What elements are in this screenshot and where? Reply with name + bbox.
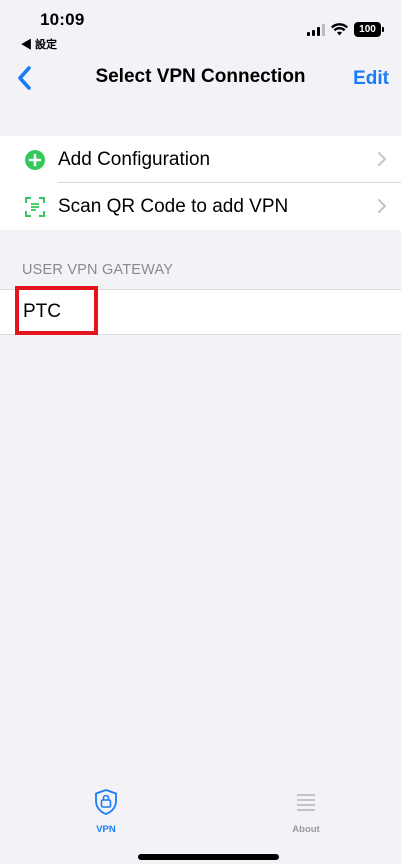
screen: 10:09 ◀ 設定 100 Select VPN Connection Edi…	[0, 0, 401, 864]
tab-vpn-label: VPN	[96, 824, 116, 835]
tab-about[interactable]: About	[276, 788, 336, 835]
status-indicators: 100	[307, 22, 384, 37]
shield-lock-icon	[76, 788, 136, 821]
signal-icon	[307, 23, 325, 36]
tab-bar: VPN About	[0, 780, 401, 864]
home-indicator	[138, 854, 279, 860]
plus-circle-icon	[25, 150, 45, 170]
wifi-icon	[331, 23, 348, 36]
scan-qr-code-label: Scan QR Code to add VPN	[58, 196, 289, 217]
page-title: Select VPN Connection	[95, 66, 306, 87]
chevron-right-icon	[377, 198, 387, 214]
list-icon	[276, 788, 336, 821]
highlight-box	[15, 286, 98, 335]
edit-button[interactable]: Edit	[353, 68, 389, 90]
tab-about-label: About	[292, 824, 320, 835]
tab-vpn[interactable]: VPN	[76, 788, 136, 835]
scan-qr-code-row[interactable]: Scan QR Code to add VPN	[0, 183, 401, 230]
configuration-group: Add Configuration Scan QR Code to add VP…	[0, 136, 401, 230]
add-configuration-row[interactable]: Add Configuration	[0, 136, 401, 183]
chevron-right-icon	[377, 151, 387, 167]
qr-scan-icon	[25, 197, 45, 217]
section-header-user-vpn-gateway: USER VPN GATEWAY	[22, 262, 174, 278]
add-configuration-label: Add Configuration	[58, 149, 211, 170]
battery-icon: 100	[354, 22, 384, 37]
status-back-to-settings[interactable]: ◀ 設定	[21, 36, 57, 52]
status-time: 10:09	[40, 10, 85, 29]
